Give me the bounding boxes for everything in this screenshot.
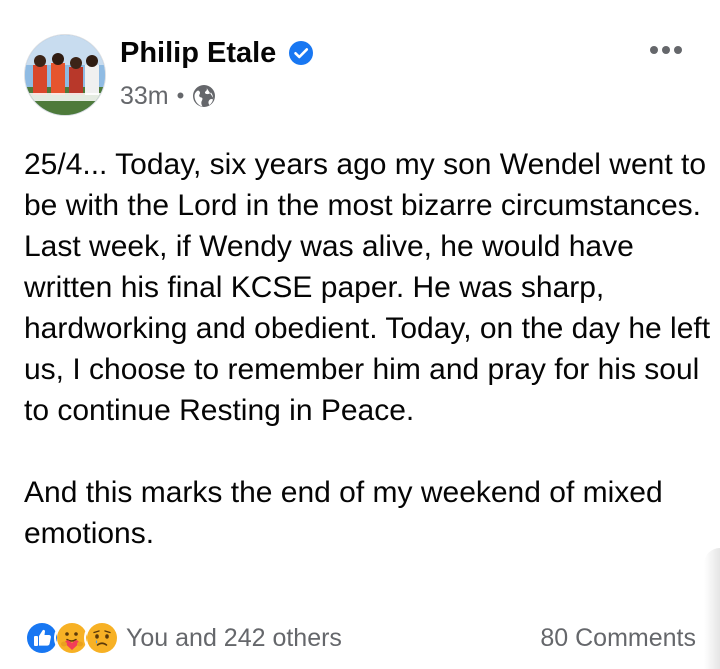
post-timestamp[interactable]: 33m: [120, 80, 169, 112]
post-paragraph: 25/4... Today, six years ago my son Wend…: [24, 148, 711, 427]
more-options-button[interactable]: [640, 32, 692, 68]
post-meta: 33m •: [120, 80, 216, 112]
facebook-post: Philip Etale 33m • 25/4... Today, six ye…: [0, 0, 720, 669]
reactions-count[interactable]: You and 242 others: [126, 618, 342, 658]
verified-check-icon: [289, 41, 313, 65]
reaction-icons: [24, 620, 120, 656]
reactions-summary[interactable]: You and 242 others: [24, 618, 342, 658]
adjacent-card-edge: [704, 548, 720, 669]
globe-icon[interactable]: [192, 84, 216, 108]
meta-separator: •: [176, 83, 185, 108]
sad-icon: [84, 620, 120, 656]
post-paragraph: And this marks the end of my weekend of …: [24, 476, 663, 550]
author-avatar[interactable]: [24, 34, 106, 116]
post-body: 25/4... Today, six years ago my son Wend…: [24, 144, 714, 554]
more-options-icon: [650, 46, 682, 54]
author-name[interactable]: Philip Etale: [120, 34, 276, 72]
comments-count[interactable]: 80 Comments: [540, 618, 696, 658]
avatar-photo: [25, 35, 105, 115]
